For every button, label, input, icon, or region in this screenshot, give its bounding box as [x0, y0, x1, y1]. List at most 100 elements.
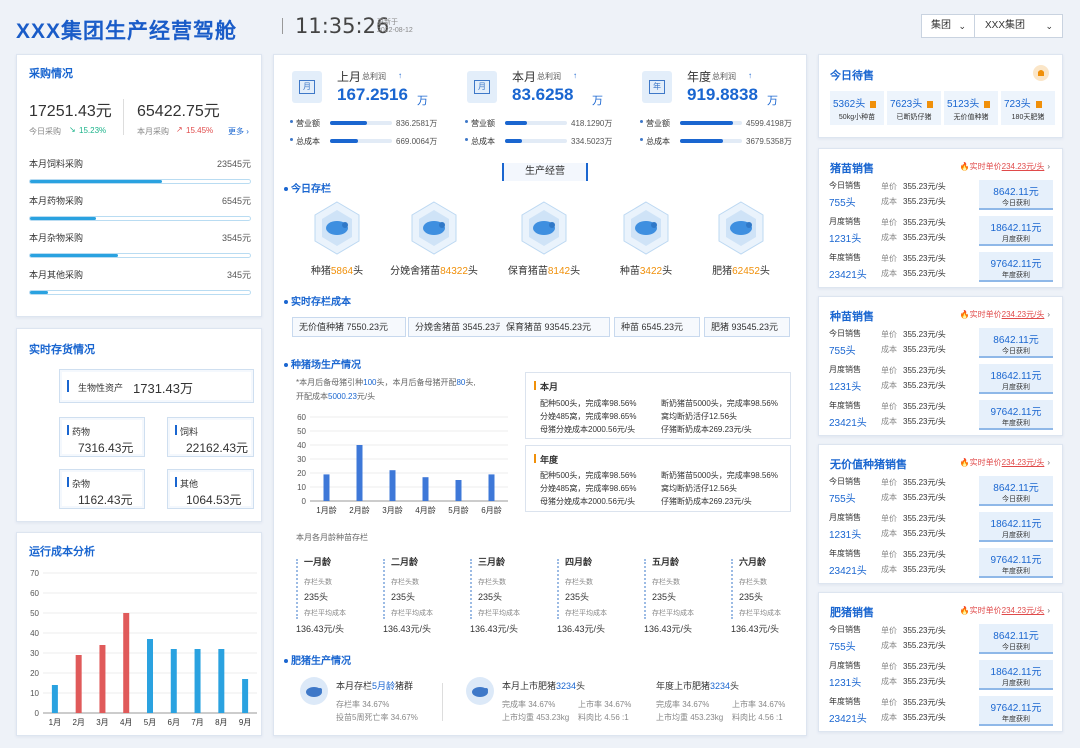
profit-box: 8642.11元 今日获利: [979, 328, 1053, 358]
sales-row-label: 月度销售: [829, 661, 861, 670]
misc-value: 1162.43元: [78, 493, 133, 507]
todo-item[interactable]: 5123头 无价值种猪: [944, 91, 998, 125]
stock-value: 84322: [440, 266, 468, 277]
sales-row-label: 月度销售: [829, 217, 861, 226]
purchase-item-label: 本月药物采购: [29, 196, 84, 206]
flag-icon: [927, 100, 934, 108]
profit-progress-bar: [505, 139, 567, 143]
feed-box: 饲料 22162.43元: [167, 417, 254, 457]
profit-unit: 万: [592, 95, 603, 107]
group-select[interactable]: 集团 ⌄: [921, 14, 975, 38]
stat-text: 上市均重 453.23kg: [502, 713, 570, 722]
updated-label: 更新于: [377, 19, 398, 26]
age-block: 六月龄 存栏头数 235头 存栏平均成本 136.43元/头: [731, 555, 811, 639]
profit-box-value: 8642.11元: [993, 631, 1039, 642]
fire-icon: 🔥: [959, 458, 970, 467]
bio-asset-box: 生物性资产 1731.43万: [59, 369, 254, 403]
realtime-price-link[interactable]: 🔥实时单价234.23元/头 ›: [960, 161, 1050, 172]
todo-panel: 今日待售 5362头 50kg小种苗 7623头 已断奶仔猪 5123头 无价值种猪 723…: [818, 54, 1063, 138]
sales-row-count: 1231头: [829, 234, 862, 245]
bar: [356, 445, 363, 501]
fat-title-text: 肥猪生产情况: [291, 656, 351, 667]
chevron-right-icon: ›: [1047, 162, 1050, 171]
y-tick-label: 30: [297, 455, 306, 464]
bullet-icon: [465, 138, 468, 141]
chevron-down-icon: ⌄: [1045, 21, 1053, 31]
stat-text: 母猪分娩成本2000.56元/头: [540, 497, 636, 506]
breed-note-line2: 开配成本5000.23元/头: [296, 391, 375, 402]
calendar-icon: 年: [642, 71, 672, 103]
age-name: 四月龄: [565, 557, 593, 567]
fat-divider: [442, 683, 443, 721]
x-tick-label: 6月: [168, 718, 180, 727]
stock-value: 3422: [639, 266, 663, 277]
realtime-price-link[interactable]: 🔥实时单价234.23元/头 ›: [960, 605, 1050, 616]
month-purchase-value: 65422.75元: [137, 103, 220, 120]
todo-label: 180天肥猪: [1011, 114, 1045, 121]
stock-unit: 头: [353, 266, 364, 277]
y-tick-label: 40: [297, 441, 306, 450]
note-text: 开配成本: [296, 392, 328, 401]
profit-box-label: 今日获利: [1002, 348, 1030, 355]
profit-row-value: 418.1290万: [571, 119, 613, 128]
cost-key: 成本: [881, 381, 897, 390]
profit-progress-fill: [680, 139, 724, 143]
flag-icon: [1035, 100, 1042, 108]
todo-item[interactable]: 5362头 50kg小种苗: [830, 91, 884, 125]
age-cost-value: 136.43元/头: [383, 624, 432, 634]
price-val: 355.23元/头: [903, 550, 946, 559]
stock-cost-title-text: 实时存栏成本: [291, 297, 351, 308]
price-key: 单价: [881, 366, 897, 375]
age-count-label: 存栏头数: [565, 579, 593, 586]
profit-box: 97642.11元 年度获利: [979, 252, 1053, 282]
cost-val: 355.23元/头: [903, 233, 946, 242]
x-tick-label: 3月: [96, 718, 108, 727]
realtime-price-link[interactable]: 🔥实时单价234.23元/头 ›: [960, 457, 1050, 468]
profit-progress-bar: [330, 139, 392, 143]
trend-up-icon: ↗: [176, 125, 183, 134]
more-link[interactable]: 更多 ›: [228, 126, 249, 137]
sales-row-label: 年度销售: [829, 401, 861, 410]
dotted-line: [383, 559, 385, 619]
todo-item[interactable]: 723头 180天肥猪: [1001, 91, 1055, 125]
y-tick-label: 40: [30, 629, 39, 638]
price-key: 单价: [881, 514, 897, 523]
sales-column: 猪苗销售 🔥实时单价234.23元/头 › 今日销售 755头 单价 355.23元/头 成本…: [818, 148, 1063, 738]
stock-label: 分娩舍猪苗84322头: [384, 262, 484, 277]
chevron-right-icon: ›: [1047, 458, 1050, 467]
age-name: 二月龄: [391, 557, 419, 567]
text: 本月上市肥猪: [502, 681, 557, 691]
stat-text: 仔猪断奶成本269.23元/头: [661, 497, 752, 506]
inventory-title: 实时存货情况: [29, 344, 95, 356]
age-count-label: 存栏头数: [391, 579, 419, 586]
price-val: 355.23元/头: [903, 182, 946, 191]
todo-item[interactable]: 7623头 已断奶仔猪: [887, 91, 941, 125]
profit-box-value: 97642.11元: [990, 555, 1042, 566]
purchase-progress-bar: [29, 290, 251, 295]
profit-period: 本月: [512, 70, 537, 84]
price-key: 单价: [881, 550, 897, 559]
stock-name: 肥猪: [712, 266, 733, 277]
age-cost-value: 136.43元/头: [470, 624, 519, 634]
price-key: 单价: [881, 626, 897, 635]
profit-box-value: 18642.11元: [990, 223, 1042, 234]
y-tick-label: 60: [30, 589, 39, 598]
dotted-line: [296, 559, 298, 619]
calendar-icon: 月: [467, 71, 497, 103]
realtime-price-link[interactable]: 🔥实时单价234.23元/头 ›: [960, 309, 1050, 320]
pig-icon: [466, 677, 494, 705]
price-key: 单价: [881, 698, 897, 707]
todo-value: 5362头: [833, 99, 866, 110]
company-select[interactable]: XXX集团 ⌄: [974, 14, 1063, 38]
cost-analysis-panel: 运行成本分析 0 10 20 30 40 50 60 70 1月 2月 3月 4月 5月 6月 7月 8月 9月: [16, 532, 262, 736]
x-tick-label: 2月: [72, 718, 84, 727]
y-tick-label: 0: [302, 497, 307, 506]
age-cost-value: 136.43元/头: [731, 624, 780, 634]
drug-value: 7316.43元: [78, 441, 134, 455]
pig-icon: [621, 200, 671, 256]
bar: [422, 477, 429, 501]
cost-key: 成本: [881, 345, 897, 354]
tab-production[interactable]: 生产经营: [502, 163, 588, 181]
fat-year-head: 年度上市肥猪3234头: [656, 679, 739, 692]
price-key: 单价: [881, 330, 897, 339]
